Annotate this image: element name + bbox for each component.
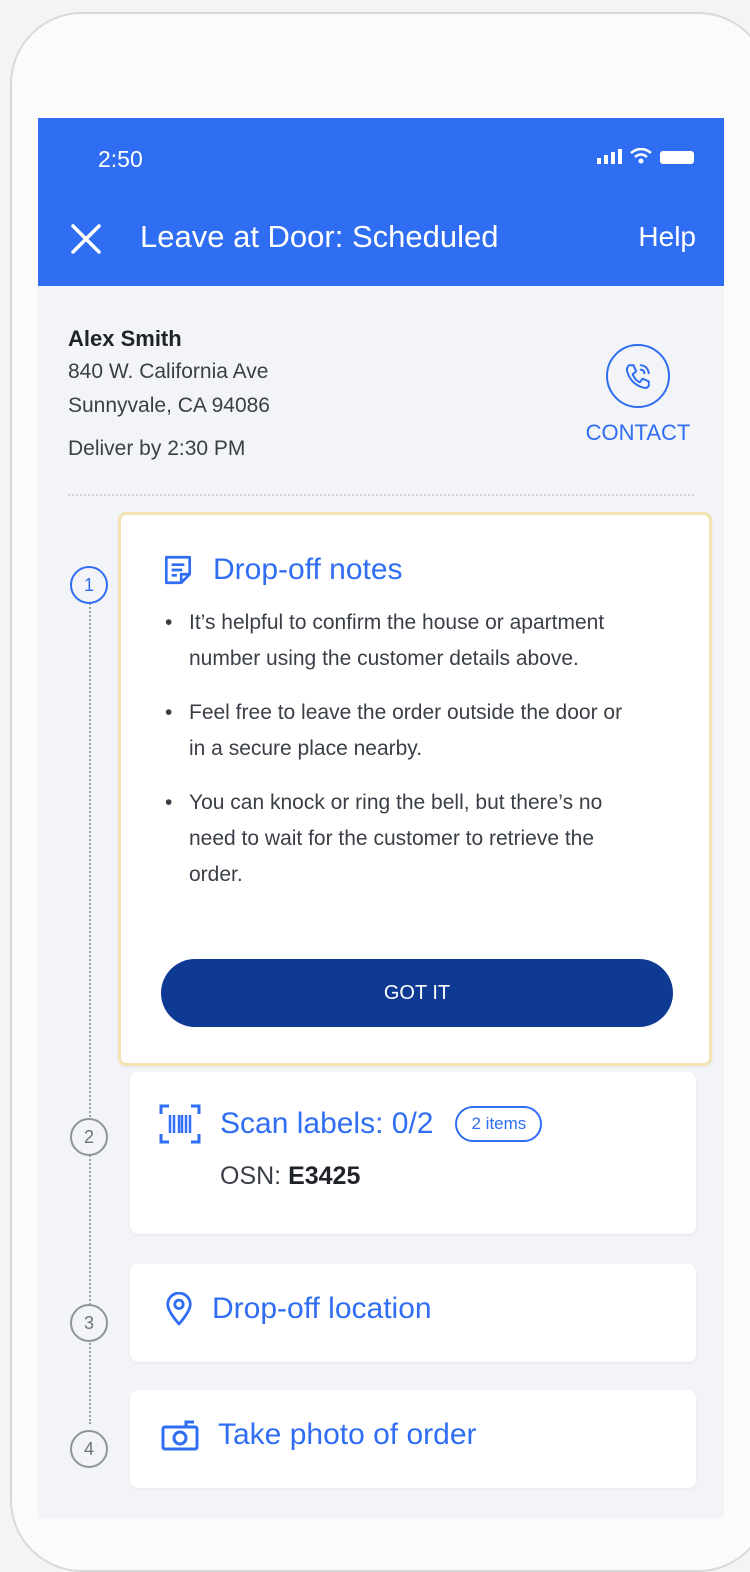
notes-icon	[164, 555, 192, 585]
signal-icon	[597, 149, 622, 164]
got-it-button[interactable]: GOT IT	[161, 959, 673, 1027]
status-icons	[597, 148, 694, 164]
osn-label: OSN:	[220, 1162, 282, 1190]
status-time: 2:50	[98, 146, 143, 172]
note-item: Feel free to leave the order outside the…	[159, 695, 639, 767]
drop-off-notes-list: It’s helpful to confirm the house or apa…	[159, 605, 709, 893]
contact-button[interactable]: CONTACT	[582, 344, 694, 446]
app-screen: 2:50 Leave at Door: Scheduled Help Alex …	[38, 118, 724, 1518]
drop-off-location-card[interactable]: Drop-off location	[130, 1264, 696, 1362]
drop-off-notes-card: Drop-off notes It’s helpful to confirm t…	[118, 512, 712, 1066]
note-item: You can knock or ring the bell, but ther…	[159, 785, 639, 893]
drop-off-notes-title: Drop-off notes	[161, 553, 709, 587]
deliver-by-time: Deliver by 2:30 PM	[68, 437, 246, 460]
osn-value: E3425	[288, 1162, 361, 1190]
note-item: It’s helpful to confirm the house or apa…	[159, 605, 639, 677]
barcode-scan-icon	[159, 1104, 201, 1144]
page-title: Leave at Door: Scheduled	[140, 219, 499, 254]
step-number-4: 4	[70, 1430, 108, 1468]
take-photo-title: Take photo of order	[160, 1418, 696, 1452]
contact-label: CONTACT	[585, 420, 691, 445]
battery-icon	[660, 151, 694, 164]
customer-address-line2: Sunnyvale, CA 94086	[68, 394, 270, 417]
camera-icon	[161, 1420, 199, 1451]
app-header: 2:50 Leave at Door: Scheduled Help	[38, 118, 724, 286]
items-count-badge: 2 items	[455, 1106, 543, 1142]
step-number-2: 2	[70, 1118, 108, 1156]
help-button[interactable]: Help	[638, 221, 696, 253]
scan-labels-title: Scan labels: 0/2 2 items	[158, 1102, 696, 1146]
osn-row: OSN: E3425	[220, 1162, 696, 1191]
take-photo-card[interactable]: Take photo of order	[130, 1390, 696, 1488]
drop-off-location-title: Drop-off location	[164, 1292, 696, 1326]
customer-address-line1: 840 W. California Ave	[68, 360, 269, 383]
customer-name: Alex Smith	[68, 326, 182, 351]
step-number-3: 3	[70, 1304, 108, 1342]
timeline-line	[89, 584, 91, 1424]
close-icon[interactable]	[68, 221, 104, 257]
card-title-label: Scan labels: 0/2	[220, 1107, 434, 1140]
step-number-1: 1	[70, 566, 108, 604]
phone-icon	[606, 344, 670, 408]
scan-labels-card[interactable]: Scan labels: 0/2 2 items OSN: E3425	[130, 1072, 696, 1234]
location-pin-icon	[166, 1292, 192, 1326]
card-title-label: Drop-off notes	[213, 553, 403, 586]
customer-details: Alex Smith 840 W. California Ave Sunnyva…	[68, 286, 694, 496]
card-title-label: Drop-off location	[212, 1292, 432, 1325]
card-title-label: Take photo of order	[218, 1418, 477, 1451]
wifi-icon	[630, 148, 652, 164]
